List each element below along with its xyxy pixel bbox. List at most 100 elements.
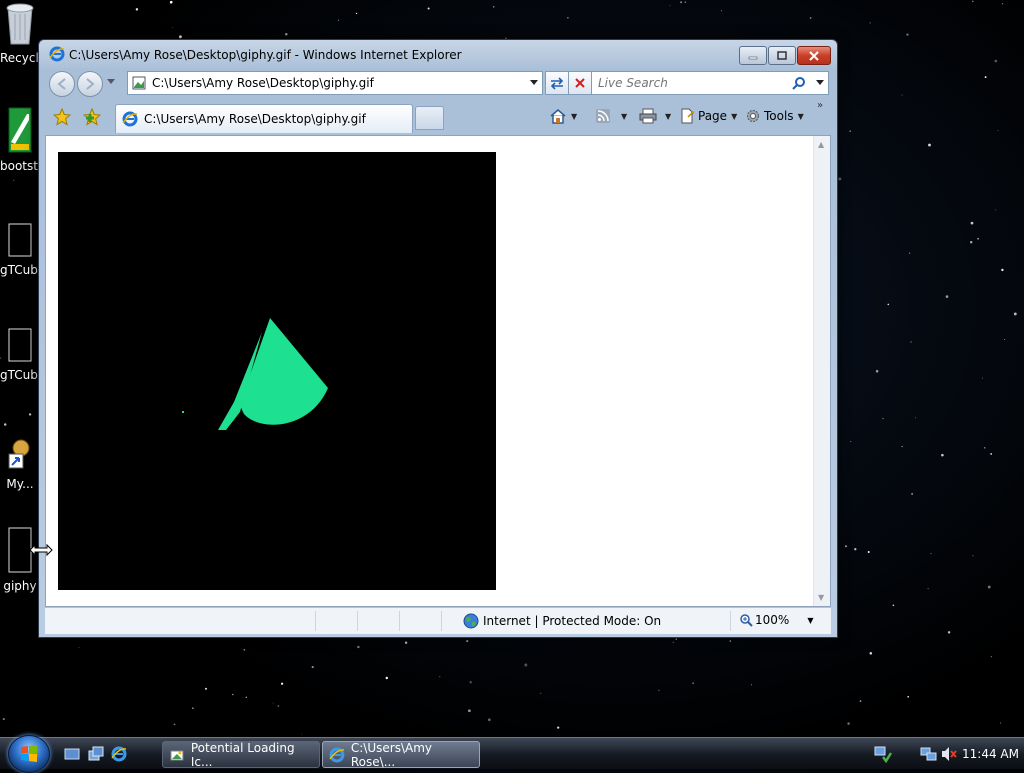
toolbar-overflow-icon[interactable]: » <box>817 100 823 111</box>
tab-bar: C:\Users\Amy Rose\Desktop\giphy.gif ▼ ▼ … <box>45 100 831 134</box>
show-desktop-icon[interactable] <box>64 746 80 762</box>
close-button[interactable] <box>797 46 831 65</box>
new-tab-button[interactable] <box>415 106 444 130</box>
desktop-icon-label: Recycle Bin <box>0 51 40 65</box>
scroll-down-icon[interactable]: ▼ <box>818 593 824 602</box>
address-bar[interactable]: C:\Users\Amy Rose\Desktop\giphy.gif <box>127 71 543 95</box>
desktop-icon-giphy[interactable]: giphy <box>0 526 40 593</box>
tab-giphy[interactable]: C:\Users\Amy Rose\Desktop\giphy.gif <box>115 104 413 133</box>
ie-window[interactable]: C:\Users\Amy Rose\Desktop\giphy.gif - Wi… <box>38 39 838 638</box>
resize-cursor-icon <box>29 543 53 557</box>
security-zone[interactable]: Internet | Protected Mode: On <box>463 613 661 629</box>
ie-quick-launch-icon[interactable] <box>111 746 127 762</box>
desktop-icon-gtcube-2[interactable]: gTCube <box>0 327 40 382</box>
star <box>338 19 339 21</box>
star <box>928 143 931 147</box>
star <box>469 681 472 684</box>
volume-muted-icon[interactable] <box>940 745 958 763</box>
paint-icon <box>170 750 184 760</box>
recent-pages-dropdown-icon[interactable] <box>107 79 115 85</box>
desktop-icon-label: giphy <box>3 579 37 593</box>
zoom-level: 100% <box>755 613 790 627</box>
back-button[interactable] <box>49 71 75 97</box>
home-button[interactable]: ▼ <box>549 108 577 124</box>
star <box>844 545 847 548</box>
status-bar: Internet | Protected Mode: On 100% ▼ <box>45 607 831 634</box>
star <box>869 22 871 24</box>
tools-dropdown-icon: ▼ <box>797 111 804 121</box>
star <box>809 17 812 19</box>
zoom-dropdown-icon[interactable]: ▼ <box>807 616 813 625</box>
page-menu-button[interactable]: Page ▼ <box>679 108 737 124</box>
star <box>882 417 884 420</box>
desktop-icon-bootstrap[interactable]: bootstrap <box>0 106 40 173</box>
add-to-favorites-icon[interactable] <box>83 108 101 126</box>
search-input[interactable] <box>596 72 790 94</box>
network-icon[interactable] <box>920 745 938 763</box>
star <box>277 705 280 707</box>
star <box>911 493 913 495</box>
search-icon[interactable] <box>792 76 806 90</box>
print-dropdown-icon[interactable]: ▼ <box>665 112 671 121</box>
start-button[interactable] <box>8 735 50 773</box>
zoom-control[interactable]: 100% ▼ <box>739 613 813 627</box>
star <box>1013 312 1017 316</box>
star <box>243 648 246 651</box>
vertical-scrollbar[interactable]: ▲ ▼ <box>813 136 830 606</box>
home-dropdown-icon[interactable]: ▼ <box>571 112 577 121</box>
print-button[interactable]: ▼ <box>639 108 671 124</box>
clock[interactable]: 11:44 AM <box>962 747 1019 761</box>
star <box>907 695 910 698</box>
star <box>908 252 911 254</box>
feeds-dropdown-icon[interactable]: ▼ <box>621 112 627 121</box>
switch-windows-icon[interactable] <box>88 746 104 762</box>
star <box>927 588 929 590</box>
search-box[interactable] <box>591 71 829 95</box>
search-options-dropdown-icon[interactable] <box>816 80 824 86</box>
star <box>999 722 1002 724</box>
taskbar-button-ie[interactable]: C:\Users\Amy Rose\... <box>322 741 480 769</box>
taskbar-button-paint[interactable]: Potential Loading Ic... <box>162 741 320 769</box>
scroll-up-icon[interactable]: ▲ <box>818 140 824 149</box>
title-bar[interactable]: C:\Users\Amy Rose\Desktop\giphy.gif - Wi… <box>39 40 837 70</box>
system-tray: 11:44 AM <box>868 741 1024 766</box>
star <box>901 446 903 448</box>
star <box>869 652 873 655</box>
desktop-icon-recycle-bin[interactable]: Recycle Bin <box>0 2 40 65</box>
star <box>901 94 903 96</box>
ie-page-icon <box>122 111 138 127</box>
star <box>947 631 951 634</box>
desktop-icon-label: gTCube <box>0 263 40 277</box>
star <box>680 1 683 4</box>
shortcut-icon <box>8 439 30 469</box>
feeds-button[interactable]: ▼ <box>595 108 627 124</box>
page-content[interactable]: ▲ ▼ <box>45 135 831 607</box>
forward-button[interactable] <box>77 71 103 97</box>
gear-icon <box>747 110 759 122</box>
star <box>404 641 408 644</box>
address-dropdown-icon[interactable] <box>530 80 538 86</box>
refresh-button[interactable] <box>545 71 569 95</box>
tools-menu-button[interactable]: Tools ▼ <box>745 108 804 124</box>
minimize-button[interactable] <box>739 46 767 65</box>
network-sync-icon[interactable] <box>874 745 892 763</box>
star <box>192 707 194 709</box>
page-dropdown-icon: ▼ <box>731 111 738 121</box>
star <box>987 585 991 589</box>
taskbar: Potential Loading Ic... C:\Users\Amy Ros… <box>0 735 1024 773</box>
star <box>301 733 302 735</box>
star <box>983 447 986 449</box>
close-icon <box>809 50 819 61</box>
star <box>1001 268 1004 272</box>
stop-button[interactable] <box>568 71 592 95</box>
favorites-star-icon[interactable] <box>53 108 71 126</box>
star <box>487 718 491 722</box>
star <box>720 10 722 12</box>
star <box>658 689 660 691</box>
address-text: C:\Users\Amy Rose\Desktop\giphy.gif <box>152 76 374 90</box>
desktop-icon-gtcube-1[interactable]: gTCube <box>0 222 40 277</box>
desktop-icon-my[interactable]: My... <box>0 436 40 491</box>
star <box>427 7 430 10</box>
star <box>2 718 5 721</box>
maximize-button[interactable] <box>768 46 796 65</box>
